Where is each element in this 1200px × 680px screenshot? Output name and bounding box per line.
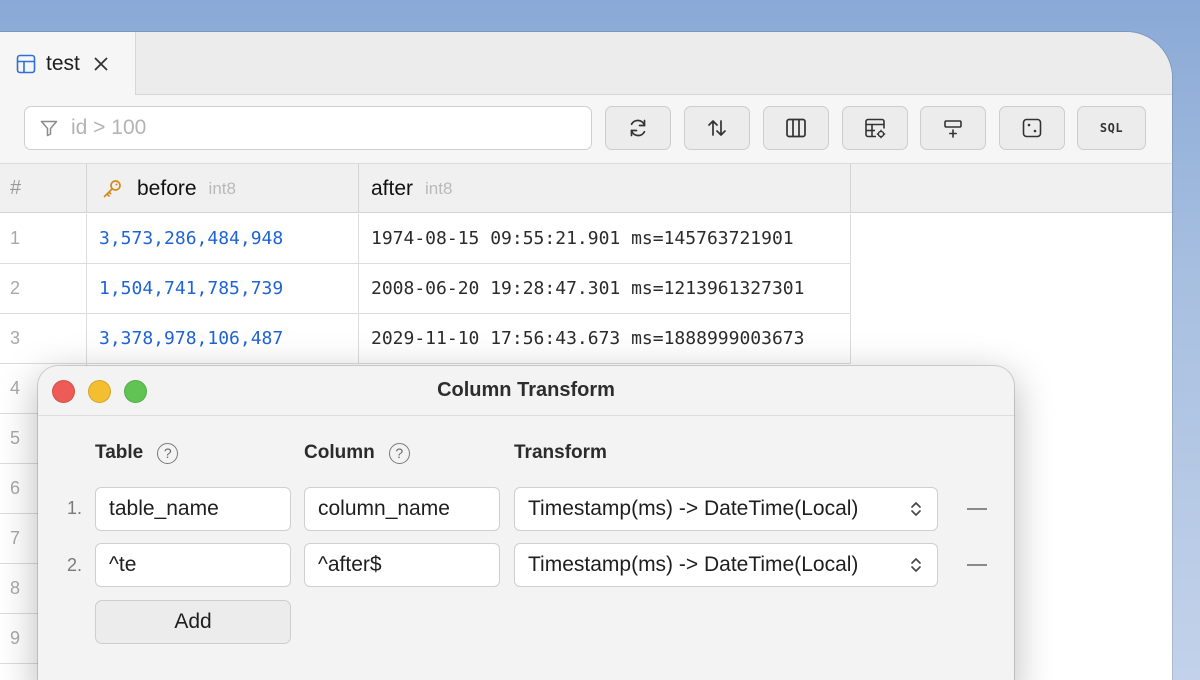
chevron-updown-icon [911, 502, 921, 516]
filter-input[interactable]: id > 100 [24, 106, 592, 150]
cell-after[interactable]: 2029-11-10 17:56:43.673 ms=1888999003673 [359, 314, 851, 364]
cell-after[interactable]: 1974-08-15 09:55:21.901 ms=145763721901 [359, 214, 851, 264]
grid-header: # before int8 after int8 [0, 164, 1172, 213]
tab-label: test [46, 51, 80, 75]
chevron-updown-icon [911, 558, 921, 572]
add-rule-button[interactable]: Add [95, 600, 291, 644]
random-button[interactable] [999, 106, 1065, 150]
remove-rule-button[interactable] [967, 508, 987, 510]
column-pattern-input[interactable]: column_name [304, 487, 500, 531]
help-icon[interactable]: ? [157, 442, 179, 464]
row-number: 1 [0, 214, 87, 264]
cell-before[interactable]: 3,573,286,484,948 [87, 214, 359, 264]
dialog-titlebar: Column Transform [38, 366, 1014, 416]
remove-rule-button[interactable] [967, 564, 987, 566]
insert-row-icon [944, 120, 962, 138]
row-number-header: # [0, 164, 87, 213]
column-type: int8 [208, 178, 236, 198]
help-icon[interactable]: ? [388, 442, 410, 464]
refresh-icon [630, 119, 646, 137]
row-number: 2 [0, 264, 87, 314]
column-pattern-input[interactable]: ^after$ [304, 543, 500, 587]
sql-button[interactable]: SQL [1077, 106, 1146, 150]
transform-header-label: Transform [514, 442, 607, 463]
table-row[interactable]: 3 3,378,978,106,487 2029-11-10 17:56:43.… [0, 314, 851, 364]
column-transform-dialog: Column Transform Table ? Column ? Transf… [38, 366, 1014, 680]
table-icon [16, 54, 36, 74]
sql-label: SQL [1099, 121, 1124, 135]
column-type: int8 [425, 178, 453, 198]
filter-icon [39, 118, 59, 138]
column-header-before[interactable]: before int8 [87, 164, 359, 213]
columns-button[interactable] [763, 106, 829, 150]
table-pattern-input[interactable]: ^te [95, 543, 291, 587]
transform-value: Timestamp(ms) -> DateTime(Local) [528, 553, 859, 576]
cell-after[interactable]: 2008-06-20 19:28:47.301 ms=1213961327301 [359, 264, 851, 314]
transform-select[interactable]: Timestamp(ms) -> DateTime(Local) [514, 543, 938, 587]
toolbar: id > 100 SQL [0, 95, 1172, 164]
tab-test[interactable]: test [0, 32, 136, 95]
refresh-button[interactable] [605, 106, 671, 150]
table-header: Table ? [95, 442, 179, 464]
close-icon[interactable] [92, 55, 110, 73]
column-name: before [137, 176, 197, 200]
transform-select[interactable]: Timestamp(ms) -> DateTime(Local) [514, 487, 938, 531]
transform-value: Timestamp(ms) -> DateTime(Local) [528, 497, 859, 520]
table-header-label: Table [95, 442, 144, 463]
column-name: after [371, 176, 414, 200]
dialog-title: Column Transform [437, 379, 615, 401]
table-pattern-input[interactable]: table_name [95, 487, 291, 531]
sort-button[interactable] [684, 106, 750, 150]
rule-index: 2. [66, 555, 82, 575]
transform-header: Transform [514, 442, 607, 464]
table-row[interactable]: 1 3,573,286,484,948 1974-08-15 09:55:21.… [0, 214, 851, 264]
sort-icon [708, 120, 726, 136]
columns-icon [786, 118, 806, 138]
rule-index: 1. [66, 498, 82, 518]
random-icon [1022, 118, 1042, 138]
cell-before[interactable]: 3,378,978,106,487 [87, 314, 359, 364]
column-header: Column ? [304, 442, 410, 464]
table-settings-button[interactable] [842, 106, 908, 150]
filter-placeholder: id > 100 [71, 116, 147, 139]
column-header-after[interactable]: after int8 [359, 164, 851, 213]
table-row[interactable]: 2 1,504,741,785,739 2008-06-20 19:28:47.… [0, 264, 851, 314]
key-icon [101, 178, 123, 200]
table-settings-icon [865, 118, 886, 139]
column-header-label: Column [304, 442, 375, 463]
insert-row-button[interactable] [920, 106, 986, 150]
cell-before[interactable]: 1,504,741,785,739 [87, 264, 359, 314]
tab-bar: test [0, 32, 1172, 95]
row-number: 3 [0, 314, 87, 364]
